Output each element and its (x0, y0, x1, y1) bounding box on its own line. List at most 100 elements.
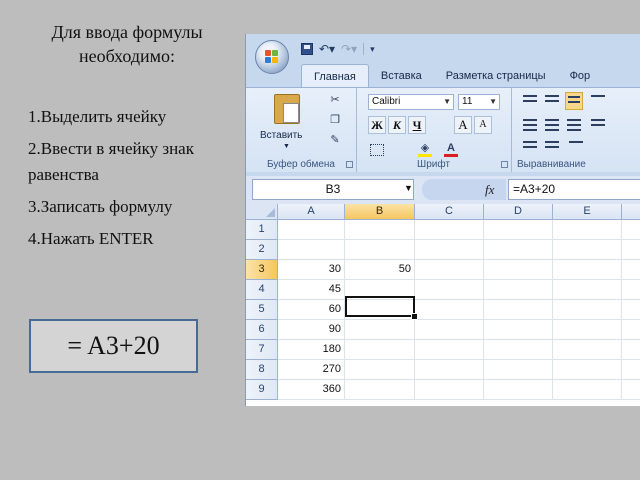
row-header-2[interactable]: 2 (246, 240, 278, 260)
grid-cell[interactable] (415, 320, 484, 340)
grid-cell[interactable] (553, 240, 622, 260)
tab-insert[interactable]: Вставка (369, 64, 434, 88)
paste-button-label[interactable]: Вставить (260, 130, 302, 141)
formula-input[interactable]: =A3+20 (508, 179, 640, 200)
select-all-corner[interactable] (246, 204, 278, 220)
shrink-font-button[interactable]: A (474, 116, 492, 134)
row-header-9[interactable]: 9 (246, 380, 278, 400)
row-header-4[interactable]: 4 (246, 280, 278, 300)
fill-handle[interactable] (411, 313, 418, 320)
grid-cell[interactable] (553, 260, 622, 280)
grid-cell[interactable] (553, 380, 622, 400)
column-header-a[interactable]: A (278, 204, 345, 220)
decrease-indent-icon[interactable] (521, 138, 539, 156)
text-direction-icon[interactable] (567, 138, 585, 156)
grid-cell[interactable] (553, 220, 622, 240)
grid-cell[interactable]: 60 (278, 300, 345, 320)
customize-toolbar-icon[interactable]: ▾ (370, 44, 375, 55)
grid-cell[interactable] (484, 260, 553, 280)
grid-cell[interactable] (484, 300, 553, 320)
align-left-icon[interactable] (521, 116, 539, 134)
italic-button[interactable]: К (388, 116, 406, 134)
tab-page-layout[interactable]: Разметка страницы (434, 64, 558, 88)
grid-cell[interactable] (484, 220, 553, 240)
active-cell-outline[interactable] (345, 296, 415, 317)
column-header-b[interactable]: B (345, 204, 415, 220)
grid-cell[interactable] (345, 220, 415, 240)
row-header-6[interactable]: 6 (246, 320, 278, 340)
grid-cell[interactable] (484, 240, 553, 260)
font-launcher-icon[interactable] (501, 161, 508, 168)
office-button[interactable] (255, 40, 289, 74)
grid-cell[interactable] (415, 360, 484, 380)
align-right-icon[interactable] (565, 116, 583, 134)
grid-cell[interactable]: 50 (345, 260, 415, 280)
clipboard-launcher-icon[interactable] (346, 161, 353, 168)
grid-cell[interactable] (415, 220, 484, 240)
orientation-icon[interactable] (589, 92, 607, 110)
grid-cell[interactable] (345, 360, 415, 380)
grid-cell[interactable]: 360 (278, 380, 345, 400)
tab-formulas[interactable]: Фор (558, 64, 603, 88)
borders-icon[interactable] (370, 144, 384, 156)
bold-button[interactable]: Ж (368, 116, 386, 134)
row-header-5[interactable]: 5 (246, 300, 278, 320)
grid-cell[interactable] (278, 220, 345, 240)
grid-cell[interactable] (415, 300, 484, 320)
paste-dropdown-icon[interactable]: ▼ (283, 143, 290, 150)
grid-cell[interactable] (553, 340, 622, 360)
grid-cell[interactable] (415, 280, 484, 300)
row-header-1[interactable]: 1 (246, 220, 278, 240)
grid-cell[interactable] (622, 300, 640, 320)
row-header-8[interactable]: 8 (246, 360, 278, 380)
grid-cell[interactable] (484, 280, 553, 300)
grid-cell[interactable] (345, 320, 415, 340)
font-name-select[interactable]: Calibri ▼ (368, 94, 454, 110)
redo-icon[interactable]: ↷▾ (341, 42, 357, 56)
align-center-icon[interactable] (543, 116, 561, 134)
underline-button[interactable]: Ч (408, 116, 426, 134)
chevron-down-icon[interactable]: ▼ (404, 183, 413, 193)
grid-cell[interactable] (622, 360, 640, 380)
save-icon[interactable] (301, 43, 313, 55)
column-header-c[interactable]: C (415, 204, 484, 220)
grid-cell[interactable] (278, 240, 345, 260)
grid-cell[interactable] (553, 300, 622, 320)
paste-icon[interactable] (274, 94, 300, 124)
copy-icon[interactable]: ❐ (328, 114, 342, 126)
grid-cell[interactable] (622, 260, 640, 280)
grid-cell[interactable] (553, 320, 622, 340)
grid-cell[interactable] (345, 340, 415, 360)
fill-color-icon[interactable]: ◈ (418, 142, 432, 157)
tab-home[interactable]: Главная (301, 64, 369, 89)
name-box[interactable]: B3 (252, 179, 414, 200)
row-header-3[interactable]: 3 (246, 260, 278, 280)
grid-cell[interactable]: 90 (278, 320, 345, 340)
format-painter-icon[interactable]: ✎ (328, 134, 342, 146)
grid-cell[interactable]: 180 (278, 340, 345, 360)
insert-function-icon[interactable]: fx (485, 182, 494, 198)
grid-cell[interactable] (415, 260, 484, 280)
grid-cell[interactable] (622, 240, 640, 260)
grid-cell[interactable] (622, 340, 640, 360)
align-top-icon[interactable] (521, 92, 539, 110)
grid-cell[interactable]: 270 (278, 360, 345, 380)
grid-cell[interactable] (484, 360, 553, 380)
grid-cell[interactable] (345, 240, 415, 260)
column-header-e[interactable]: E (553, 204, 622, 220)
grid-cell[interactable] (622, 220, 640, 240)
grid-cell[interactable] (415, 340, 484, 360)
grow-font-button[interactable]: A (454, 116, 472, 134)
align-bottom-icon[interactable] (565, 92, 583, 110)
column-header-d[interactable]: D (484, 204, 553, 220)
grid-cell[interactable] (415, 380, 484, 400)
grid-cell[interactable] (622, 380, 640, 400)
font-size-select[interactable]: 11 ▼ (458, 94, 500, 110)
grid-cell[interactable] (484, 340, 553, 360)
grid-cell[interactable]: 30 (278, 260, 345, 280)
grid-cell[interactable] (622, 320, 640, 340)
row-header-7[interactable]: 7 (246, 340, 278, 360)
increase-indent-icon[interactable] (543, 138, 561, 156)
grid-cell[interactable] (553, 280, 622, 300)
grid-cell[interactable]: 45 (278, 280, 345, 300)
